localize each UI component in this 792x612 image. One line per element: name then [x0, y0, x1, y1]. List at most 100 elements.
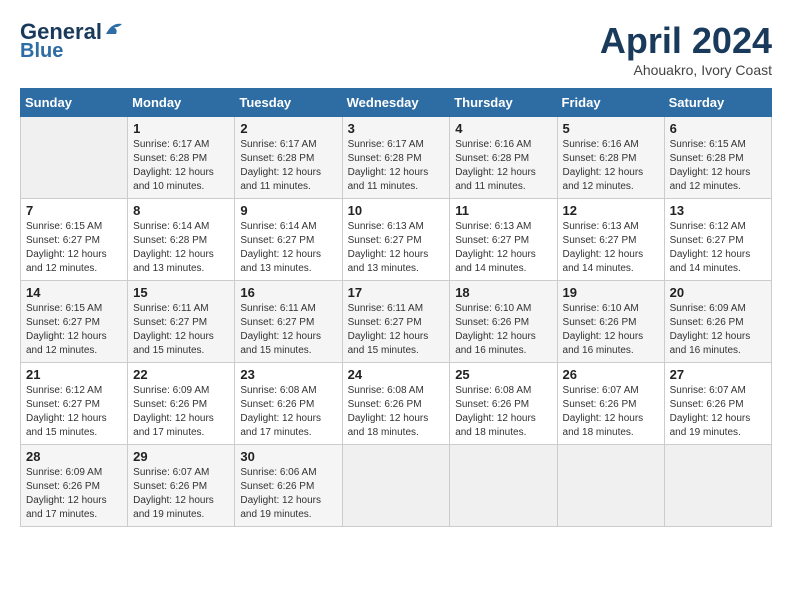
day-info: Sunrise: 6:08 AM Sunset: 6:26 PM Dayligh… [455, 384, 551, 440]
table-row: 17 Sunrise: 6:11 AM Sunset: 6:27 PM Dayli… [342, 281, 450, 363]
table-row: 20 Sunrise: 6:09 AM Sunset: 6:26 PM Dayli… [664, 281, 771, 363]
header-wednesday: Wednesday [342, 89, 450, 117]
day-info: Sunrise: 6:17 AM Sunset: 6:28 PM Dayligh… [133, 138, 229, 194]
table-row: 30 Sunrise: 6:06 AM Sunset: 6:26 PM Dayli… [235, 445, 342, 527]
month-title: April 2024 [600, 20, 772, 62]
calendar-week-row: 1 Sunrise: 6:17 AM Sunset: 6:28 PM Daylig… [21, 117, 772, 199]
day-number: 21 [26, 367, 122, 382]
table-row: 1 Sunrise: 6:17 AM Sunset: 6:28 PM Daylig… [128, 117, 235, 199]
day-info: Sunrise: 6:09 AM Sunset: 6:26 PM Dayligh… [670, 302, 766, 358]
day-info: Sunrise: 6:09 AM Sunset: 6:26 PM Dayligh… [133, 384, 229, 440]
day-number: 27 [670, 367, 766, 382]
table-row: 14 Sunrise: 6:15 AM Sunset: 6:27 PM Dayli… [21, 281, 128, 363]
table-row: 4Sunrise: 6:16 AM Sunset: 6:28 PM Daylig… [450, 117, 557, 199]
day-number: 1 [133, 121, 229, 136]
day-number: 30 [240, 449, 336, 464]
table-row: 23Sunrise: 6:08 AM Sunset: 6:26 PM Dayli… [235, 363, 342, 445]
day-info: Sunrise: 6:15 AM Sunset: 6:28 PM Dayligh… [670, 138, 766, 194]
table-row [21, 117, 128, 199]
day-number: 23 [240, 367, 336, 382]
day-number: 13 [670, 203, 766, 218]
table-row: 24 Sunrise: 6:08 AM Sunset: 6:26 PM Dayli… [342, 363, 450, 445]
day-info: Sunrise: 6:07 AM Sunset: 6:26 PM Dayligh… [133, 466, 229, 522]
day-info: Sunrise: 6:11 AM Sunset: 6:27 PM Dayligh… [348, 302, 445, 358]
table-row: 3 Sunrise: 6:17 AM Sunset: 6:28 PM Daylig… [342, 117, 450, 199]
table-row: 13 Sunrise: 6:12 AM Sunset: 6:27 PM Dayli… [664, 199, 771, 281]
day-number: 2 [240, 121, 336, 136]
day-number: 17 [348, 285, 445, 300]
table-row: 5Sunrise: 6:16 AM Sunset: 6:28 PM Daylig… [557, 117, 664, 199]
day-number: 26 [563, 367, 659, 382]
header-thursday: Thursday [450, 89, 557, 117]
day-number: 5 [563, 121, 659, 136]
day-number: 22 [133, 367, 229, 382]
day-info: Sunrise: 6:17 AM Sunset: 6:28 PM Dayligh… [240, 138, 336, 194]
header-friday: Friday [557, 89, 664, 117]
table-row [557, 445, 664, 527]
day-info: Sunrise: 6:06 AM Sunset: 6:26 PM Dayligh… [240, 466, 336, 522]
day-number: 9 [240, 203, 336, 218]
table-row: 16 Sunrise: 6:11 AM Sunset: 6:27 PM Dayli… [235, 281, 342, 363]
day-number: 14 [26, 285, 122, 300]
day-number: 10 [348, 203, 445, 218]
logo-blue-text: Blue [20, 40, 63, 62]
header-tuesday: Tuesday [235, 89, 342, 117]
table-row: 10 Sunrise: 6:13 AM Sunset: 6:27 PM Dayli… [342, 199, 450, 281]
calendar-week-row: 28 Sunrise: 6:09 AM Sunset: 6:26 PM Dayli… [21, 445, 772, 527]
calendar-week-row: 7 Sunrise: 6:15 AM Sunset: 6:27 PM Daylig… [21, 199, 772, 281]
day-info: Sunrise: 6:13 AM Sunset: 6:27 PM Dayligh… [563, 220, 659, 276]
day-number: 7 [26, 203, 122, 218]
day-number: 12 [563, 203, 659, 218]
day-number: 25 [455, 367, 551, 382]
table-row: 25 Sunrise: 6:08 AM Sunset: 6:26 PM Dayli… [450, 363, 557, 445]
header-saturday: Saturday [664, 89, 771, 117]
day-number: 4 [455, 121, 551, 136]
table-row: 15Sunrise: 6:11 AM Sunset: 6:27 PM Dayli… [128, 281, 235, 363]
day-info: Sunrise: 6:13 AM Sunset: 6:27 PM Dayligh… [455, 220, 551, 276]
table-row: 18Sunrise: 6:10 AM Sunset: 6:26 PM Dayli… [450, 281, 557, 363]
day-info: Sunrise: 6:13 AM Sunset: 6:27 PM Dayligh… [348, 220, 445, 276]
day-info: Sunrise: 6:08 AM Sunset: 6:26 PM Dayligh… [348, 384, 445, 440]
day-info: Sunrise: 6:12 AM Sunset: 6:27 PM Dayligh… [26, 384, 122, 440]
day-info: Sunrise: 6:12 AM Sunset: 6:27 PM Dayligh… [670, 220, 766, 276]
day-number: 15 [133, 285, 229, 300]
day-info: Sunrise: 6:14 AM Sunset: 6:27 PM Dayligh… [240, 220, 336, 276]
calendar-week-row: 21 Sunrise: 6:12 AM Sunset: 6:27 PM Dayli… [21, 363, 772, 445]
table-row: 22 Sunrise: 6:09 AM Sunset: 6:26 PM Dayli… [128, 363, 235, 445]
day-number: 11 [455, 203, 551, 218]
table-row: 28 Sunrise: 6:09 AM Sunset: 6:26 PM Dayli… [21, 445, 128, 527]
day-number: 6 [670, 121, 766, 136]
header-sunday: Sunday [21, 89, 128, 117]
logo-bird-icon [104, 20, 126, 38]
day-number: 24 [348, 367, 445, 382]
table-row: 2 Sunrise: 6:17 AM Sunset: 6:28 PM Daylig… [235, 117, 342, 199]
table-row [664, 445, 771, 527]
location-subtitle: Ahouakro, Ivory Coast [600, 62, 772, 78]
table-row: 6 Sunrise: 6:15 AM Sunset: 6:28 PM Daylig… [664, 117, 771, 199]
table-row: 19Sunrise: 6:10 AM Sunset: 6:26 PM Dayli… [557, 281, 664, 363]
weekday-header-row: Sunday Monday Tuesday Wednesday Thursday… [21, 89, 772, 117]
day-number: 16 [240, 285, 336, 300]
table-row [342, 445, 450, 527]
day-number: 28 [26, 449, 122, 464]
day-number: 29 [133, 449, 229, 464]
table-row: 8Sunrise: 6:14 AM Sunset: 6:28 PM Daylig… [128, 199, 235, 281]
day-number: 19 [563, 285, 659, 300]
calendar-table: Sunday Monday Tuesday Wednesday Thursday… [20, 88, 772, 527]
day-info: Sunrise: 6:15 AM Sunset: 6:27 PM Dayligh… [26, 302, 122, 358]
day-number: 3 [348, 121, 445, 136]
day-number: 18 [455, 285, 551, 300]
page-header: General Blue April 2024 Ahouakro, Ivory … [20, 20, 772, 78]
day-info: Sunrise: 6:09 AM Sunset: 6:26 PM Dayligh… [26, 466, 122, 522]
day-info: Sunrise: 6:14 AM Sunset: 6:28 PM Dayligh… [133, 220, 229, 276]
day-info: Sunrise: 6:17 AM Sunset: 6:28 PM Dayligh… [348, 138, 445, 194]
logo: General Blue [20, 20, 126, 62]
day-info: Sunrise: 6:15 AM Sunset: 6:27 PM Dayligh… [26, 220, 122, 276]
table-row [450, 445, 557, 527]
header-monday: Monday [128, 89, 235, 117]
calendar-week-row: 14 Sunrise: 6:15 AM Sunset: 6:27 PM Dayli… [21, 281, 772, 363]
table-row: 12 Sunrise: 6:13 AM Sunset: 6:27 PM Dayli… [557, 199, 664, 281]
day-number: 20 [670, 285, 766, 300]
table-row: 29 Sunrise: 6:07 AM Sunset: 6:26 PM Dayli… [128, 445, 235, 527]
day-info: Sunrise: 6:11 AM Sunset: 6:27 PM Dayligh… [240, 302, 336, 358]
